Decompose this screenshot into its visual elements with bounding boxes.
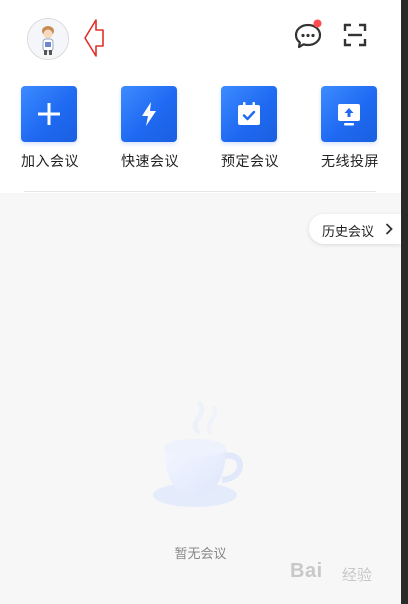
quick-meeting-button[interactable]: 快速会议 [100,84,200,174]
chevron-right-icon [385,223,393,235]
wireless-projection-label: 无线投屏 [321,154,379,170]
scan-icon [343,23,367,47]
coffee-cup-icon [153,401,243,507]
schedule-meeting-tile[interactable] [221,86,277,142]
join-meeting-label: 加入会议 [21,154,79,170]
watermark: Bai 经验 [290,552,400,592]
join-meeting-tile[interactable] [21,86,77,142]
watermark-sub: 经验 [342,566,373,584]
screen-cast-icon [338,104,360,126]
messages-button[interactable] [292,19,324,51]
join-meeting-button[interactable]: 加入会议 [0,84,100,174]
wireless-projection-button[interactable]: 无线投屏 [300,84,400,174]
chat-bubble-icon [294,19,322,49]
quick-meeting-label: 快速会议 [121,154,179,170]
plus-icon [38,103,60,125]
quick-actions: 加入会议 快速会议 预定会议 无线投屏 [0,84,401,174]
calendar-check-icon [238,102,260,125]
quick-meeting-tile[interactable] [121,86,177,142]
right-edge-border [401,0,408,604]
top-panel: 加入会议 快速会议 预定会议 无线投屏 [0,0,401,193]
watermark-logo: Bai [290,560,323,582]
schedule-meeting-label: 预定会议 [221,154,279,170]
wireless-projection-tile[interactable] [321,86,377,142]
schedule-meeting-button[interactable]: 预定会议 [200,84,300,174]
history-meetings-label: 历史会议 [322,225,375,240]
scan-button[interactable] [340,20,370,50]
user-avatar[interactable] [27,18,69,60]
history-meetings-button[interactable]: 历史会议 [309,214,401,244]
notification-dot [313,19,322,28]
lightning-icon [142,102,156,126]
avatar-icon [28,19,68,59]
divider [24,191,376,192]
red-pointer-arrow-icon [84,19,104,57]
